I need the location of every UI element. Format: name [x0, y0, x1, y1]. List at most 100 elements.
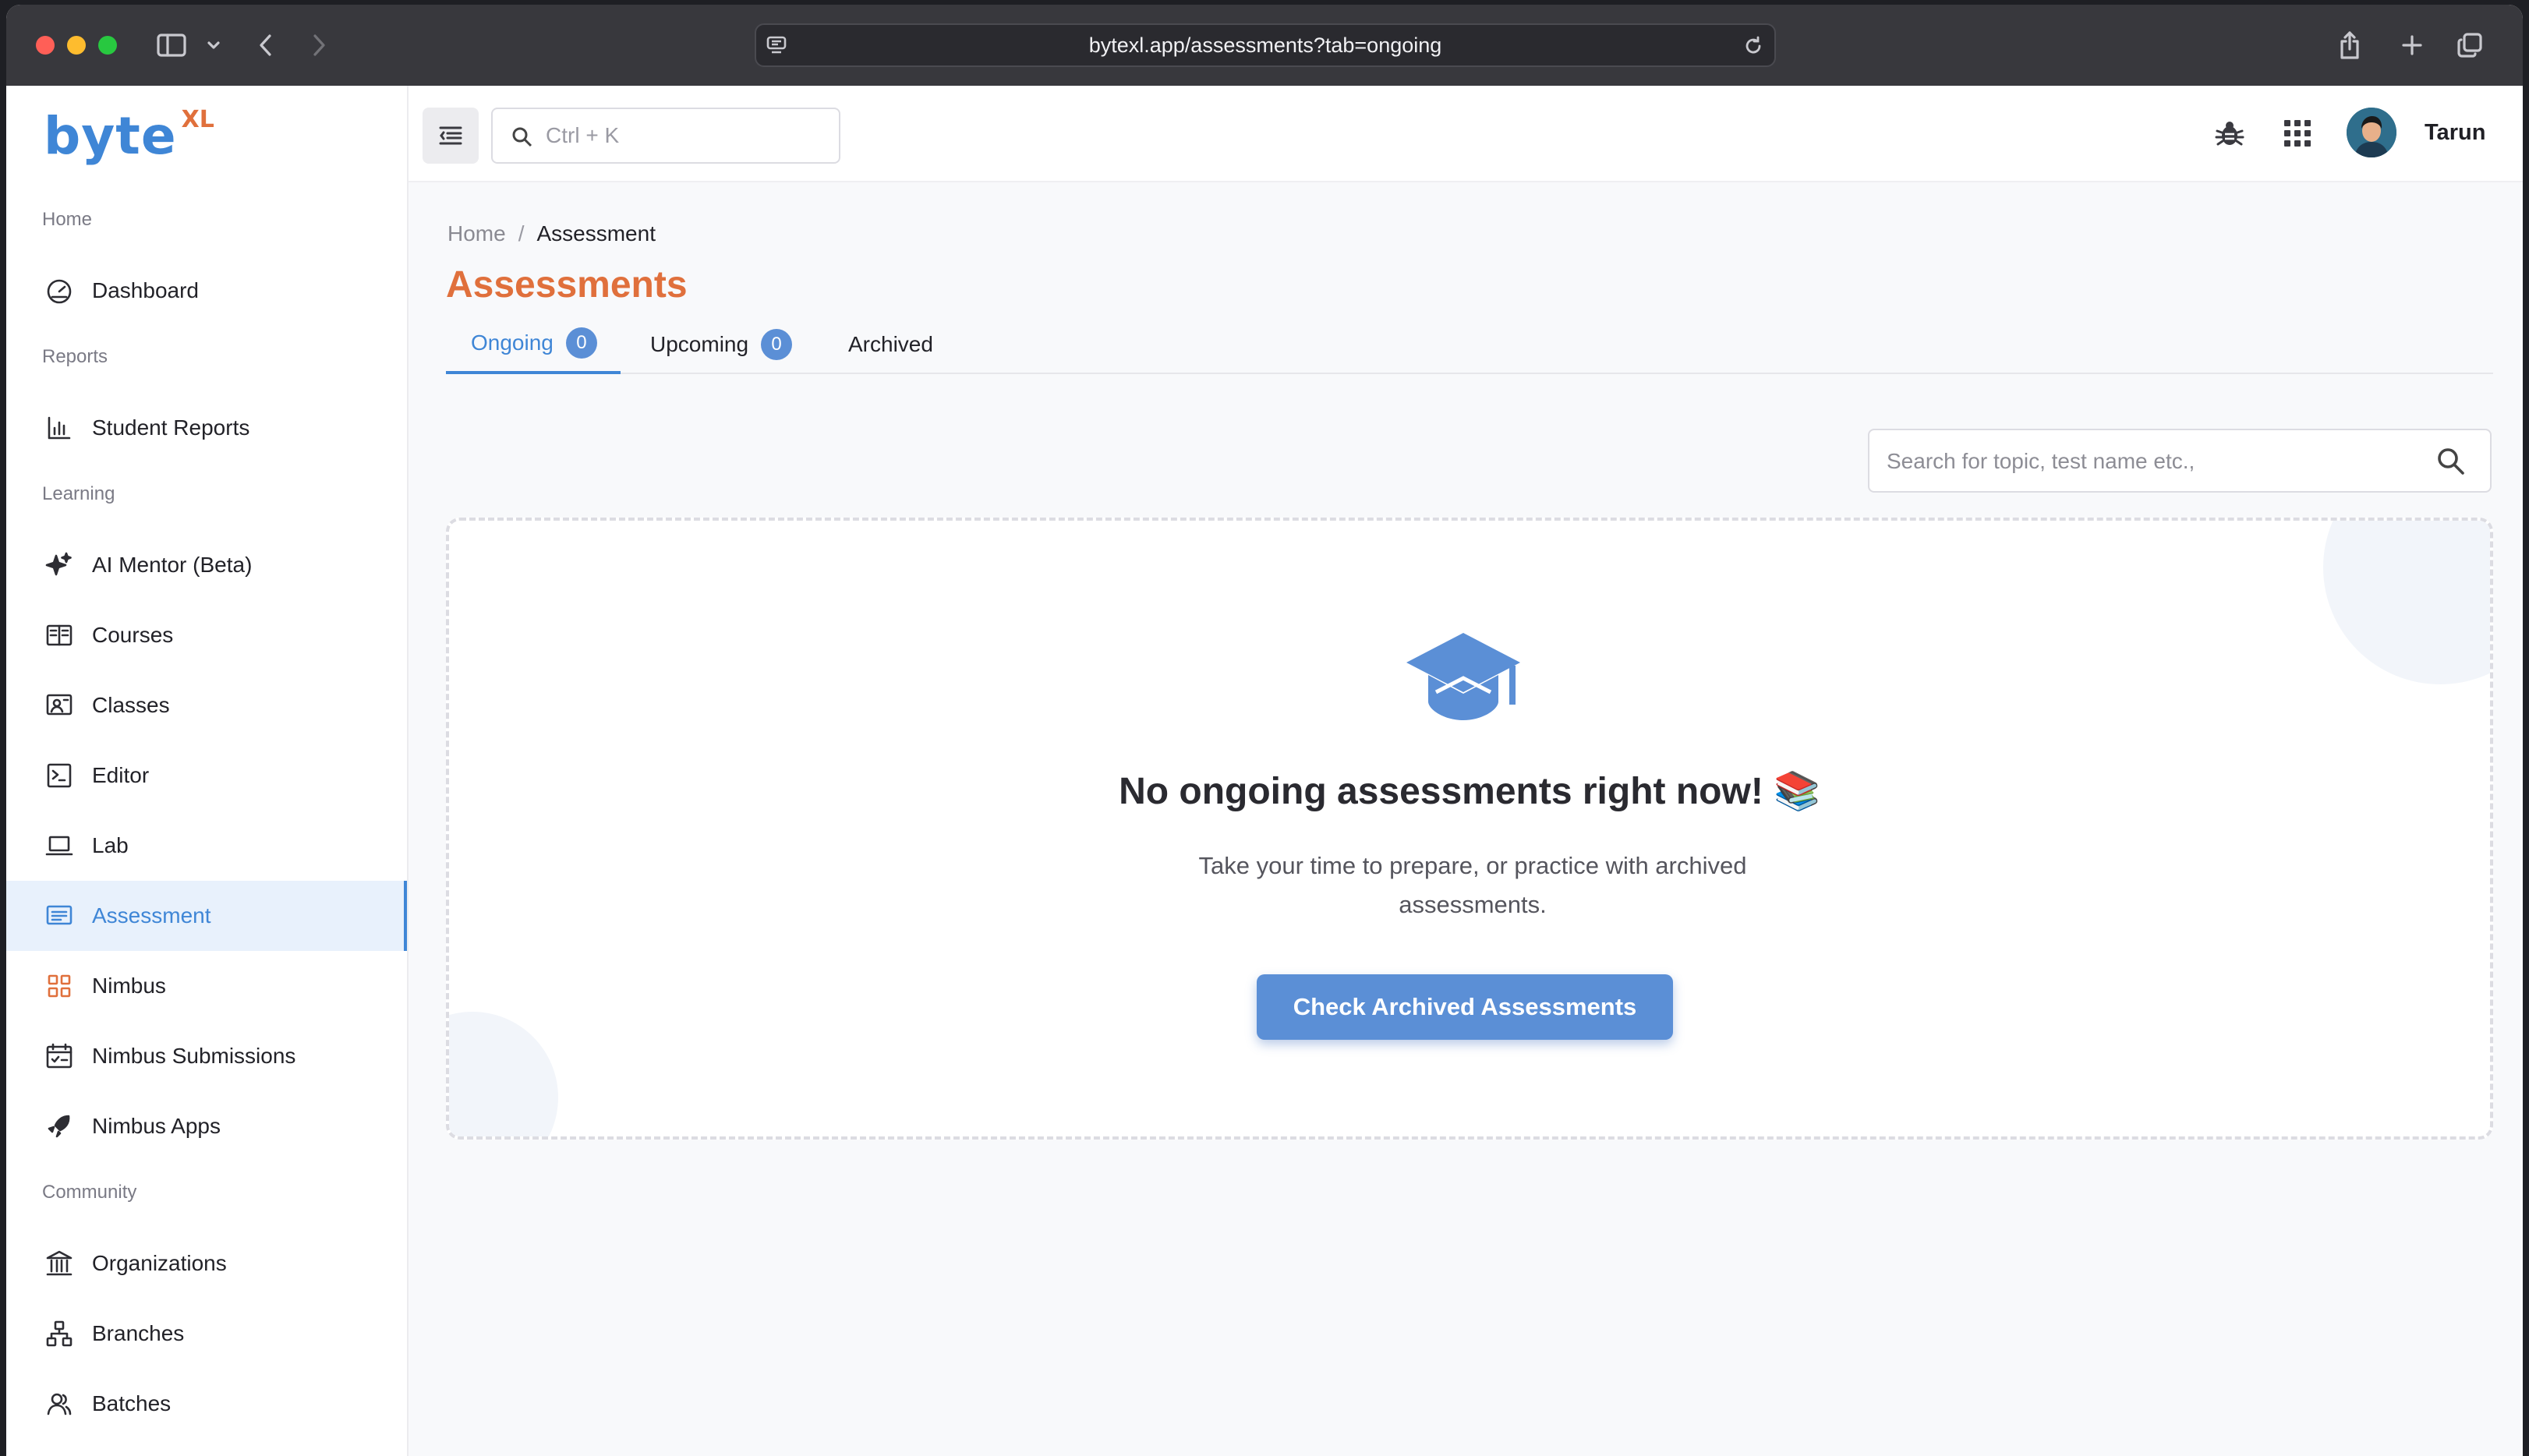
- sidebar-item-ai-mentor[interactable]: AI Mentor (Beta): [6, 530, 407, 600]
- tab-overview-icon[interactable]: [2454, 28, 2485, 62]
- top-bar: Tarun: [409, 86, 2523, 182]
- sidebar-item-label: Organizations: [92, 1251, 227, 1275]
- grid-icon: [48, 974, 71, 998]
- section-reports: Reports: [42, 346, 108, 367]
- reload-icon[interactable]: [1743, 36, 1763, 56]
- tab-archived[interactable]: Archived: [848, 315, 933, 374]
- close-window-button[interactable]: [36, 36, 55, 55]
- menu-indent-icon: [439, 126, 462, 145]
- back-arrow-icon[interactable]: [254, 28, 278, 62]
- speedometer-icon: [47, 279, 72, 304]
- new-tab-icon[interactable]: [2398, 28, 2426, 62]
- assessment-search-input[interactable]: [1887, 444, 2401, 479]
- sidebar-item-label: Nimbus: [92, 974, 166, 998]
- logo-superscript: XL: [181, 106, 214, 133]
- empty-state-title: No ongoing assessments right now! 📚: [1119, 771, 1820, 812]
- tab-count-badge: 0: [761, 329, 793, 360]
- sidebar-item-assessment[interactable]: Assessment: [6, 881, 407, 951]
- sidebar-item-courses[interactable]: Courses: [6, 600, 407, 670]
- empty-state-description: Take your time to prepare, or practice w…: [1198, 852, 1747, 918]
- tab-ongoing[interactable]: Ongoing 0: [446, 315, 621, 374]
- tab-label: Upcoming: [650, 332, 749, 356]
- browser-toolbar: bytexl.app/assessments?tab=ongoing: [6, 5, 2523, 86]
- tab-label: Archived: [848, 332, 933, 356]
- menu-collapse-button[interactable]: [423, 108, 479, 164]
- user-avatar-icon: [2347, 108, 2396, 157]
- user-name[interactable]: Tarun: [2425, 120, 2485, 146]
- avatar[interactable]: [2347, 108, 2396, 157]
- minimize-window-button[interactable]: [67, 36, 86, 55]
- decorative-circle: [2323, 521, 2490, 684]
- page-title: Assessments: [446, 264, 688, 306]
- sidebar-item-nimbus-submissions[interactable]: Nimbus Submissions: [6, 1021, 407, 1091]
- sidebar-item-classes[interactable]: Classes: [6, 670, 407, 740]
- sidebar-toggle-icon[interactable]: [154, 28, 189, 62]
- sidebar-item-label: Dashboard: [92, 278, 199, 302]
- sidebar-item-organizations[interactable]: Organizations: [6, 1228, 407, 1299]
- address-bar[interactable]: bytexl.app/assessments?tab=ongoing: [755, 23, 1776, 67]
- terminal-icon: [47, 763, 72, 788]
- rocket-icon: [48, 1115, 70, 1138]
- sidebar-item-label: Student Reports: [92, 415, 250, 440]
- graduation-cap-icon: [1406, 633, 1520, 720]
- assessment-search-box[interactable]: [1868, 429, 2492, 493]
- bank-icon: [46, 1250, 73, 1276]
- logo-text: byte: [44, 106, 177, 166]
- check-archived-button[interactable]: Check Archived Assessments: [1257, 974, 1673, 1040]
- assessment-tabs: Ongoing 0 Upcoming 0 Archived: [446, 315, 2493, 374]
- users-icon: [47, 1393, 72, 1415]
- main-content: Home / Assessment Assessments Ongoing 0 Upc…: [409, 182, 2523, 1456]
- sidebar-item-nimbus-apps[interactable]: Nimbus Apps: [6, 1091, 407, 1161]
- assessment-icon: [46, 905, 73, 925]
- sidebar-item-batches[interactable]: Batches: [6, 1369, 407, 1439]
- hierarchy-icon: [46, 1320, 73, 1347]
- sidebar-item-student-reports[interactable]: Student Reports: [6, 393, 407, 463]
- breadcrumb: Home / Assessment: [447, 221, 656, 246]
- apps-grid-icon[interactable]: [2283, 118, 2312, 148]
- bug-icon[interactable]: [2214, 118, 2245, 150]
- sidebar: byte XL Home Dashboard Reports Student Re…: [6, 86, 409, 1456]
- laptop-icon: [45, 836, 73, 856]
- sidebar-item-label: Courses: [92, 623, 174, 647]
- chevron-down-icon[interactable]: [204, 28, 223, 62]
- sidebar-item-label: Assessment: [92, 903, 211, 928]
- empty-state-card: No ongoing assessments right now! 📚 Take…: [446, 518, 2493, 1140]
- book-open-icon: [46, 624, 73, 646]
- sidebar-item-nimbus[interactable]: Nimbus: [6, 951, 407, 1021]
- sidebar-item-branches[interactable]: Branches: [6, 1299, 407, 1369]
- url-text: bytexl.app/assessments?tab=ongoing: [1088, 34, 1442, 57]
- sidebar-item-label: Nimbus Apps: [92, 1114, 221, 1138]
- tab-count-badge: 0: [565, 327, 597, 359]
- sidebar-item-lab[interactable]: Lab: [6, 811, 407, 881]
- sidebar-item-dashboard[interactable]: Dashboard: [6, 256, 407, 326]
- tab-upcoming[interactable]: Upcoming 0: [650, 315, 793, 374]
- zoom-window-button[interactable]: [98, 36, 117, 55]
- tab-label: Ongoing: [471, 330, 554, 355]
- browser-window: bytexl.app/assessments?tab=ongoing byte X…: [6, 5, 2523, 1456]
- section-community: Community: [42, 1182, 137, 1203]
- breadcrumb-separator: /: [518, 221, 525, 246]
- section-home: Home: [42, 209, 93, 230]
- section-learning: Learning: [42, 483, 115, 504]
- sidebar-item-label: Lab: [92, 833, 129, 857]
- calendar-check-icon: [46, 1043, 73, 1069]
- global-search-box[interactable]: [491, 108, 840, 164]
- classroom-icon: [46, 694, 73, 716]
- sidebar-item-label: Classes: [92, 693, 170, 717]
- bar-chart-icon: [48, 416, 71, 440]
- bytexl-logo[interactable]: byte XL: [44, 106, 214, 166]
- sidebar-item-label: Branches: [92, 1321, 185, 1345]
- breadcrumb-home[interactable]: Home: [447, 221, 506, 246]
- share-icon[interactable]: [2336, 28, 2364, 62]
- sidebar-item-label: Nimbus Submissions: [92, 1044, 296, 1068]
- global-search-input[interactable]: [546, 118, 826, 153]
- sparkles-icon: [45, 552, 72, 576]
- sidebar-item-editor[interactable]: Editor: [6, 740, 407, 811]
- forward-arrow-icon[interactable]: [307, 28, 331, 62]
- decorative-circle: [449, 1012, 558, 1136]
- search-icon[interactable]: [2435, 446, 2467, 477]
- sidebar-item-label: Batches: [92, 1391, 172, 1415]
- search-icon: [512, 127, 532, 147]
- sidebar-item-label: AI Mentor (Beta): [92, 553, 253, 577]
- breadcrumb-current: Assessment: [536, 221, 656, 246]
